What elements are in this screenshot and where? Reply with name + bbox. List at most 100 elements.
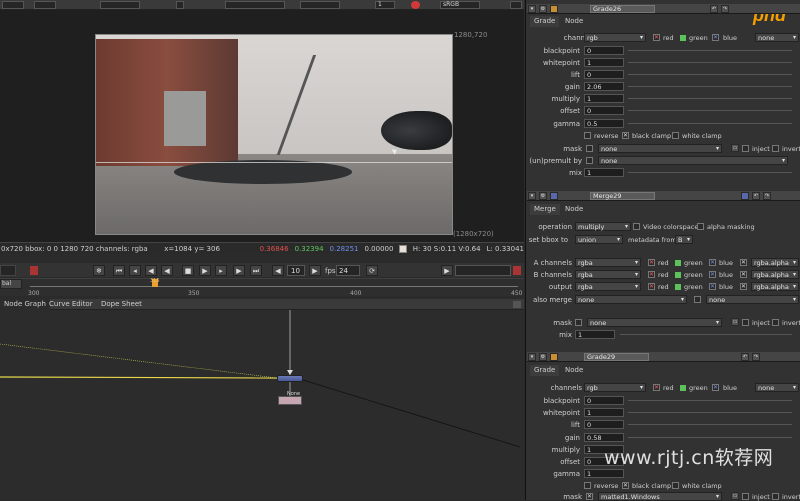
mask-checkbox[interactable]	[575, 319, 582, 326]
param-slider[interactable]	[628, 412, 792, 413]
redo-icon[interactable]: ↷	[763, 192, 771, 200]
node-color-icon[interactable]	[550, 353, 558, 361]
step-back-icon[interactable]: ◀	[145, 265, 157, 276]
alpha-checkbox[interactable]: ✕	[740, 259, 747, 266]
param-field[interactable]: 1	[584, 58, 624, 67]
undo-icon[interactable]: ↶	[741, 353, 749, 361]
mix-slider[interactable]	[628, 172, 792, 173]
bbox-dropdown[interactable]: union	[575, 235, 623, 244]
reverse-checkbox[interactable]	[584, 482, 591, 489]
node-small[interactable]	[278, 396, 302, 405]
param-slider[interactable]	[628, 424, 792, 425]
inject-checkbox[interactable]	[742, 319, 749, 326]
red-checkbox[interactable]: ✕	[648, 271, 655, 278]
tab-grade[interactable]: Grade	[530, 16, 560, 27]
step-forward-icon[interactable]: ▸	[215, 265, 227, 276]
node-color-icon[interactable]	[550, 192, 558, 200]
blue-checkbox[interactable]: ✕	[712, 384, 719, 391]
param-field[interactable]: 1	[584, 469, 624, 478]
collapse-icon[interactable]: ▾	[528, 192, 536, 200]
alpha-checkbox[interactable]: ✕	[740, 283, 747, 290]
param-field[interactable]: 0	[584, 106, 624, 115]
b-alpha-dropdown[interactable]: rgba.alpha	[751, 270, 799, 279]
timeline-ruler[interactable]: bal 315 300 350 400 450	[0, 278, 524, 297]
red-checkbox[interactable]: ✕	[653, 34, 660, 41]
tab-node[interactable]: Node	[561, 204, 587, 215]
last-frame-icon[interactable]: ⏭	[250, 265, 262, 276]
mix-field[interactable]: 1	[575, 330, 615, 339]
stop-icon[interactable]: ■	[182, 265, 194, 276]
invert-checkbox[interactable]	[772, 493, 779, 500]
frame-field[interactable]	[0, 265, 16, 276]
viewer-input-a[interactable]	[2, 1, 24, 9]
mask-dropdown[interactable]: none	[587, 318, 722, 327]
black-clamp-checkbox[interactable]: ✕	[622, 482, 629, 489]
blue-checkbox[interactable]: ✕	[709, 259, 716, 266]
param-slider[interactable]	[628, 123, 792, 124]
unpremult-dropdown[interactable]: none	[598, 156, 788, 165]
mask-dropdown[interactable]: none	[598, 144, 722, 153]
invert-checkbox[interactable]	[772, 145, 779, 152]
skip-forward-icon[interactable]: ▶	[309, 265, 321, 276]
param-slider[interactable]	[628, 50, 792, 51]
tab-dope-sheet[interactable]: Dope Sheet	[97, 299, 146, 310]
gear-icon[interactable]: ⚙	[539, 192, 547, 200]
node-color-icon[interactable]	[550, 5, 558, 13]
mask-channel-icon[interactable]: ▭	[731, 144, 739, 152]
channels-dropdown[interactable]: rgb	[584, 33, 646, 42]
also-merge-extra-dropdown[interactable]: none	[706, 295, 799, 304]
tab-grade[interactable]: Grade	[530, 365, 560, 376]
b-channels-dropdown[interactable]: rgba	[575, 270, 641, 279]
mask-checkbox[interactable]: ✕	[586, 493, 593, 500]
red-checkbox[interactable]: ✕	[653, 384, 660, 391]
param-field[interactable]: 2.06	[584, 82, 624, 91]
mask-channel-icon[interactable]: ▭	[731, 318, 739, 326]
first-frame-icon[interactable]: ⏮	[113, 265, 125, 276]
snowflake-icon[interactable]: ❄	[93, 265, 105, 276]
viewer-frame-image[interactable]	[95, 34, 453, 235]
param-field[interactable]: 0.58	[584, 433, 624, 442]
a-channels-dropdown[interactable]: rgba	[575, 258, 641, 267]
black-clamp-checkbox[interactable]: ✕	[622, 132, 629, 139]
unpremult-checkbox[interactable]	[586, 157, 593, 164]
undo-icon[interactable]: ↶	[710, 5, 718, 13]
viewer-compare-dropdown[interactable]	[225, 1, 285, 9]
reverse-checkbox[interactable]	[584, 132, 591, 139]
tab-node[interactable]: Node	[561, 16, 587, 27]
undo-icon[interactable]: ↶	[752, 192, 760, 200]
metadata-dropdown[interactable]: B	[675, 235, 693, 244]
blue-checkbox[interactable]: ✕	[709, 271, 716, 278]
collapse-icon[interactable]: ▾	[528, 353, 536, 361]
output-alpha-dropdown[interactable]: rgba.alpha	[751, 282, 799, 291]
param-field[interactable]: 1	[584, 94, 624, 103]
mix-slider[interactable]	[620, 334, 792, 335]
extra-channel-dropdown[interactable]: none	[755, 33, 799, 42]
tab-curve-editor[interactable]: Curve Editor	[45, 299, 97, 310]
also-merge-checkbox[interactable]	[694, 296, 701, 303]
gear-icon[interactable]: ⚙	[539, 5, 547, 13]
redo-icon[interactable]: ↷	[721, 5, 729, 13]
collapse-icon[interactable]: ▾	[528, 5, 536, 13]
also-merge-dropdown[interactable]: none	[575, 295, 687, 304]
play-forward-icon[interactable]: ▶	[199, 265, 211, 276]
viewer-input-b[interactable]	[34, 1, 56, 9]
inject-checkbox[interactable]	[742, 145, 749, 152]
proxy-icon[interactable]	[411, 1, 420, 9]
param-slider[interactable]	[628, 62, 792, 63]
param-slider[interactable]	[628, 74, 792, 75]
flipbook-icon[interactable]: ▶	[441, 265, 453, 276]
param-slider[interactable]	[628, 98, 792, 99]
increment-field[interactable]: 10	[287, 265, 305, 276]
param-field[interactable]: 0	[584, 420, 624, 429]
output-dropdown[interactable]: rgba	[575, 282, 641, 291]
viewer-gain-field[interactable]	[300, 1, 340, 9]
mask-checkbox[interactable]	[586, 145, 593, 152]
mask-channel-icon[interactable]: ▭	[731, 492, 739, 500]
in-point-icon[interactable]	[30, 266, 38, 275]
param-field[interactable]: 0	[584, 46, 624, 55]
next-keyframe-icon[interactable]: ▶	[233, 265, 245, 276]
a-alpha-dropdown[interactable]: rgba.alpha	[751, 258, 799, 267]
loop-mode-icon[interactable]: ⟳	[366, 265, 378, 276]
param-slider[interactable]	[628, 400, 792, 401]
param-field[interactable]: 1	[584, 408, 624, 417]
